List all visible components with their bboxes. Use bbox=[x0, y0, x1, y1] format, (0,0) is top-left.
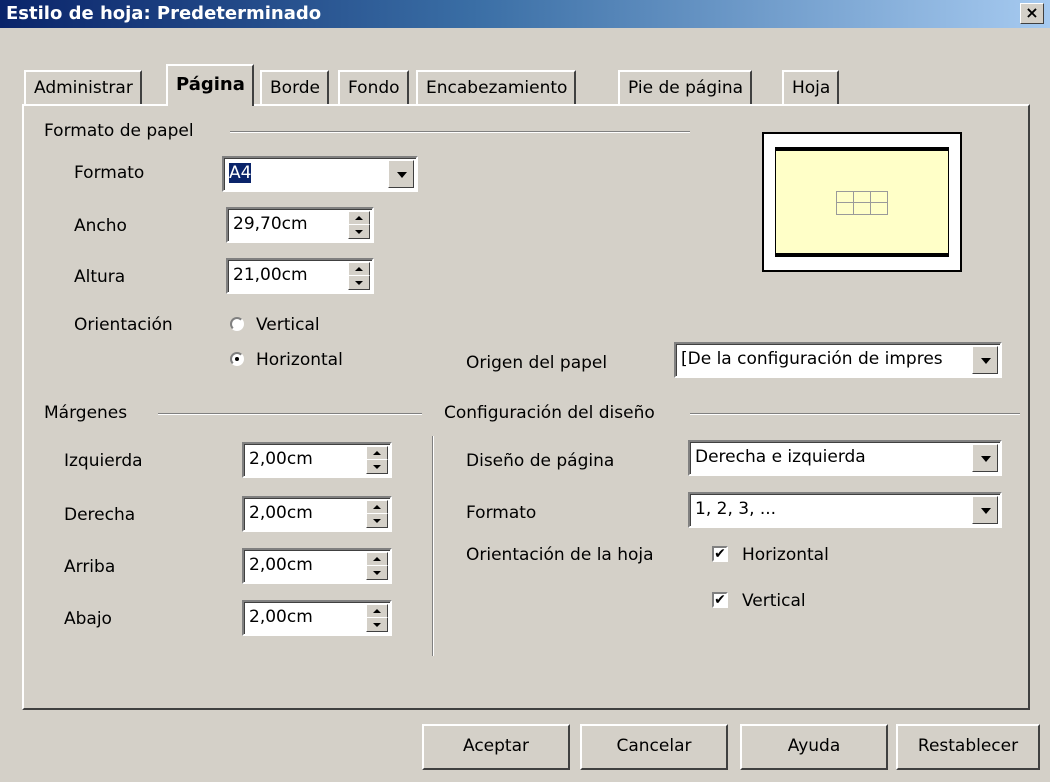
numbering-format-label: Formato bbox=[466, 503, 537, 523]
checkmark-icon: ✔ bbox=[714, 592, 726, 608]
chevron-down-icon[interactable] bbox=[972, 444, 998, 472]
ok-button[interactable]: Aceptar bbox=[422, 724, 570, 770]
tab-pie-de-pagina[interactable]: Pie de página bbox=[618, 70, 753, 104]
tab-administrar[interactable]: Administrar bbox=[24, 70, 142, 104]
section-divider bbox=[690, 413, 1020, 415]
table-grid-icon bbox=[836, 191, 888, 215]
close-button[interactable]: × bbox=[1020, 3, 1044, 24]
page-layout-label: Diseño de página bbox=[466, 451, 615, 471]
margin-left-label: Izquierda bbox=[64, 451, 143, 471]
section-layout: Configuración del diseño bbox=[444, 403, 655, 423]
height-label: Altura bbox=[74, 267, 126, 287]
margin-top-spinner[interactable]: 2,00cm bbox=[242, 548, 392, 584]
tab-fondo[interactable]: Fondo bbox=[338, 70, 409, 104]
help-button[interactable]: Ayuda bbox=[740, 724, 888, 770]
preview-header-bar bbox=[775, 147, 949, 151]
spin-down-icon[interactable] bbox=[366, 617, 388, 632]
height-spinner[interactable]: 21,00cm bbox=[226, 258, 374, 294]
chevron-down-icon[interactable] bbox=[972, 346, 998, 374]
close-icon: × bbox=[1025, 3, 1039, 22]
spin-down-icon[interactable] bbox=[366, 565, 388, 580]
tab-encabezamiento[interactable]: Encabezamiento bbox=[416, 70, 577, 104]
section-margins: Márgenes bbox=[44, 403, 128, 423]
spin-down-icon[interactable] bbox=[348, 224, 370, 239]
section-divider bbox=[158, 413, 422, 415]
preview-footer-bar bbox=[775, 253, 949, 257]
spin-down-icon[interactable] bbox=[348, 275, 370, 290]
column-divider bbox=[432, 436, 434, 656]
table-alignment-label: Orientación de la hoja bbox=[466, 545, 654, 565]
margin-left-spinner[interactable]: 2,00cm bbox=[242, 442, 392, 478]
paper-tray-dropdown[interactable]: [De la configuración de impres bbox=[674, 342, 1002, 378]
radio-vertical-label[interactable]: Vertical bbox=[256, 314, 320, 336]
chevron-down-icon[interactable] bbox=[388, 160, 414, 188]
chevron-down-icon[interactable] bbox=[972, 496, 998, 524]
margin-bottom-spinner[interactable]: 2,00cm bbox=[242, 600, 392, 636]
format-label: Formato bbox=[74, 163, 145, 183]
checkbox-horizontal-label[interactable]: Horizontal bbox=[742, 544, 829, 566]
window-title: Estilo de hoja: Predeterminado bbox=[6, 3, 322, 24]
tab-pagina[interactable]: Página bbox=[166, 64, 254, 106]
checkbox-vertical[interactable]: ✔ bbox=[712, 592, 728, 608]
cancel-button[interactable]: Cancelar bbox=[580, 724, 728, 770]
margin-right-label: Derecha bbox=[64, 505, 136, 525]
radio-vertical[interactable] bbox=[230, 317, 244, 331]
section-paper-format: Formato de papel bbox=[44, 121, 194, 141]
width-spinner[interactable]: 29,70cm bbox=[226, 207, 374, 243]
margin-top-label: Arriba bbox=[64, 557, 116, 577]
radio-horizontal-label[interactable]: Horizontal bbox=[256, 349, 343, 371]
spin-down-icon[interactable] bbox=[366, 513, 388, 528]
orientation-label: Orientación bbox=[74, 315, 173, 335]
tab-borde[interactable]: Borde bbox=[260, 70, 330, 104]
checkbox-horizontal[interactable]: ✔ bbox=[712, 546, 728, 562]
page-layout-dropdown[interactable]: Derecha e izquierda bbox=[688, 440, 1002, 476]
tab-hoja[interactable]: Hoja bbox=[782, 70, 840, 104]
checkmark-icon: ✔ bbox=[714, 546, 726, 562]
format-dropdown[interactable]: A4 bbox=[222, 156, 418, 192]
margin-bottom-label: Abajo bbox=[64, 609, 112, 629]
width-label: Ancho bbox=[74, 216, 127, 236]
section-divider bbox=[230, 131, 690, 133]
reset-button[interactable]: Restablecer bbox=[896, 724, 1040, 770]
radio-horizontal[interactable] bbox=[230, 352, 244, 366]
spin-down-icon[interactable] bbox=[366, 459, 388, 474]
checkbox-vertical-label[interactable]: Vertical bbox=[742, 590, 806, 612]
paper-tray-label: Origen del papel bbox=[466, 353, 608, 373]
margin-right-spinner[interactable]: 2,00cm bbox=[242, 496, 392, 532]
numbering-format-dropdown[interactable]: 1, 2, 3, ... bbox=[688, 492, 1002, 528]
